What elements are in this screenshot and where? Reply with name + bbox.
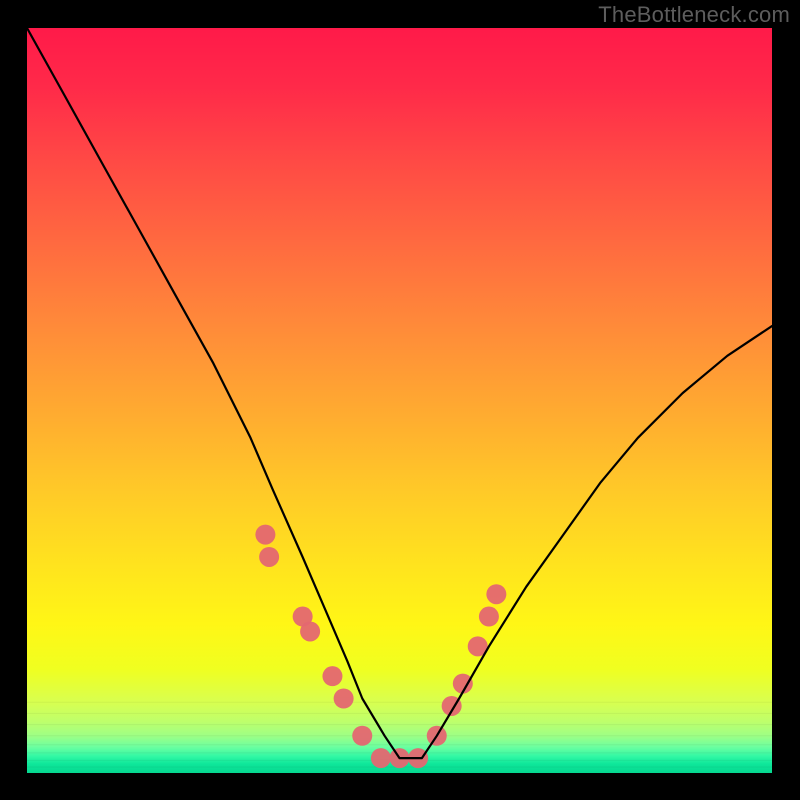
chart-svg [27, 28, 772, 773]
chart-frame: TheBottleneck.com [0, 0, 800, 800]
data-point [486, 584, 506, 604]
watermark-text: TheBottleneck.com [598, 2, 790, 28]
data-point [371, 748, 391, 768]
data-point [334, 689, 354, 709]
data-point [300, 621, 320, 641]
gradient-background [27, 28, 772, 773]
data-point [255, 525, 275, 545]
data-point [322, 666, 342, 686]
data-point [479, 607, 499, 627]
data-point [259, 547, 279, 567]
data-point [352, 726, 372, 746]
plot-area [27, 28, 772, 773]
